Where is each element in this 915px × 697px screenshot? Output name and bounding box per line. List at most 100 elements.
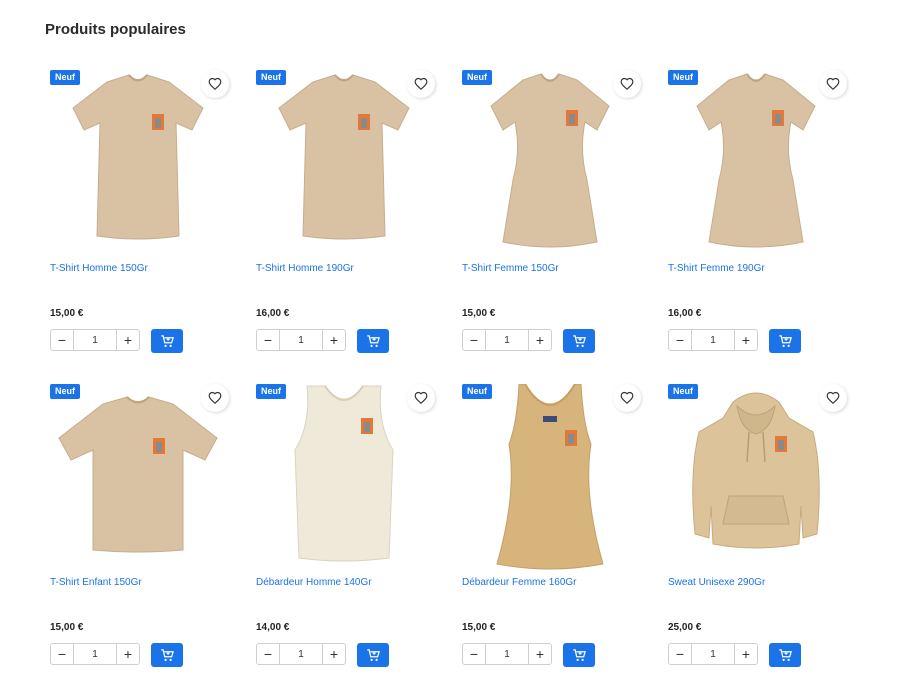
product-card: Neuf T-Shirt Femme 150Gr 15,00 € − +	[457, 70, 643, 370]
product-image[interactable]	[457, 384, 643, 570]
quantity-stepper: − +	[256, 329, 346, 351]
add-to-cart-button[interactable]	[357, 329, 389, 353]
new-badge: Neuf	[256, 70, 286, 85]
wishlist-button[interactable]	[201, 70, 229, 98]
tshirt-woman-icon	[696, 73, 816, 248]
increase-qty-button[interactable]: +	[734, 644, 757, 664]
wishlist-button[interactable]	[613, 384, 641, 412]
product-card: Neuf Sweat Unisexe 290Gr 25,00 € − +	[663, 384, 849, 684]
product-card: Neuf T-Shirt Enfant 150Gr 15,00 € − +	[45, 384, 231, 684]
add-to-cart-button[interactable]	[769, 643, 801, 667]
increase-qty-button[interactable]: +	[734, 330, 757, 350]
new-badge: Neuf	[50, 70, 80, 85]
product-image[interactable]	[663, 384, 849, 570]
heart-icon	[620, 77, 634, 91]
product-price: 16,00 €	[256, 308, 290, 319]
heart-icon	[208, 77, 222, 91]
heart-icon	[414, 77, 428, 91]
quantity-input[interactable]	[280, 644, 322, 664]
product-name-link[interactable]: T-Shirt Femme 150Gr	[462, 263, 559, 274]
add-to-cart-button[interactable]	[151, 643, 183, 667]
increase-qty-button[interactable]: +	[528, 330, 551, 350]
product-image[interactable]	[45, 384, 231, 570]
product-image[interactable]	[251, 70, 437, 256]
product-image[interactable]	[45, 70, 231, 256]
increase-qty-button[interactable]: +	[528, 644, 551, 664]
product-name-link[interactable]: T-Shirt Enfant 150Gr	[50, 577, 142, 588]
decrease-qty-button[interactable]: −	[463, 644, 486, 664]
product-card: Neuf Débardeur Homme 140Gr 14,00 € − +	[251, 384, 437, 684]
decrease-qty-button[interactable]: −	[257, 644, 280, 664]
quantity-stepper: − +	[668, 643, 758, 665]
increase-qty-button[interactable]: +	[116, 330, 139, 350]
add-to-cart-button[interactable]	[357, 643, 389, 667]
cart-plus-icon	[366, 648, 380, 661]
product-image[interactable]	[663, 70, 849, 256]
tshirt-woman-icon	[490, 73, 610, 248]
quantity-stepper: − +	[50, 329, 140, 351]
tshirt-kid-icon	[58, 396, 218, 553]
increase-qty-button[interactable]: +	[116, 644, 139, 664]
wishlist-button[interactable]	[407, 384, 435, 412]
quantity-stepper: − +	[462, 643, 552, 665]
wishlist-button[interactable]	[407, 70, 435, 98]
quantity-input[interactable]	[486, 330, 528, 350]
quantity-input[interactable]	[74, 644, 116, 664]
add-to-cart-button[interactable]	[563, 643, 595, 667]
wishlist-button[interactable]	[819, 384, 847, 412]
wishlist-button[interactable]	[201, 384, 229, 412]
wishlist-button[interactable]	[819, 70, 847, 98]
tanktop-woman-icon	[496, 384, 604, 570]
tshirt-man-icon	[72, 74, 204, 240]
product-card: Neuf T-Shirt Homme 190Gr 16,00 € − +	[251, 70, 437, 370]
new-badge: Neuf	[462, 70, 492, 85]
increase-qty-button[interactable]: +	[322, 644, 345, 664]
product-name-link[interactable]: Débardeur Femme 160Gr	[462, 577, 577, 588]
product-price: 15,00 €	[462, 308, 496, 319]
add-to-cart-button[interactable]	[563, 329, 595, 353]
quantity-input[interactable]	[74, 330, 116, 350]
product-grid: Neuf T-Shirt Homme 150Gr 15,00 € − + Neu…	[0, 0, 915, 697]
product-name-link[interactable]: T-Shirt Homme 150Gr	[50, 263, 148, 274]
heart-icon	[620, 391, 634, 405]
wishlist-button[interactable]	[613, 70, 641, 98]
tshirt-man-icon	[278, 74, 410, 240]
tanktop-man-icon	[294, 385, 394, 562]
product-price: 14,00 €	[256, 622, 290, 633]
product-image[interactable]	[457, 70, 643, 256]
product-name-link[interactable]: Sweat Unisexe 290Gr	[668, 577, 765, 588]
product-name-link[interactable]: T-Shirt Femme 190Gr	[668, 263, 765, 274]
quantity-input[interactable]	[692, 644, 734, 664]
heart-icon	[826, 77, 840, 91]
product-price: 16,00 €	[668, 308, 702, 319]
decrease-qty-button[interactable]: −	[463, 330, 486, 350]
decrease-qty-button[interactable]: −	[669, 644, 692, 664]
add-to-cart-button[interactable]	[769, 329, 801, 353]
product-image[interactable]	[251, 384, 437, 570]
cart-plus-icon	[572, 648, 586, 661]
quantity-input[interactable]	[280, 330, 322, 350]
product-price: 15,00 €	[50, 622, 84, 633]
decrease-qty-button[interactable]: −	[669, 330, 692, 350]
quantity-input[interactable]	[486, 644, 528, 664]
new-badge: Neuf	[256, 384, 286, 399]
add-to-cart-button[interactable]	[151, 329, 183, 353]
decrease-qty-button[interactable]: −	[51, 330, 74, 350]
cart-plus-icon	[160, 648, 174, 661]
product-name-link[interactable]: T-Shirt Homme 190Gr	[256, 263, 354, 274]
decrease-qty-button[interactable]: −	[51, 644, 74, 664]
new-badge: Neuf	[462, 384, 492, 399]
heart-icon	[208, 391, 222, 405]
product-name-link[interactable]: Débardeur Homme 140Gr	[256, 577, 372, 588]
decrease-qty-button[interactable]: −	[257, 330, 280, 350]
cart-plus-icon	[366, 334, 380, 347]
new-badge: Neuf	[50, 384, 80, 399]
product-card: Neuf T-Shirt Homme 150Gr 15,00 € − +	[45, 70, 231, 370]
hoodie-icon	[692, 392, 820, 549]
cart-plus-icon	[778, 648, 792, 661]
product-price: 25,00 €	[668, 622, 702, 633]
cart-plus-icon	[778, 334, 792, 347]
increase-qty-button[interactable]: +	[322, 330, 345, 350]
quantity-stepper: − +	[668, 329, 758, 351]
quantity-input[interactable]	[692, 330, 734, 350]
